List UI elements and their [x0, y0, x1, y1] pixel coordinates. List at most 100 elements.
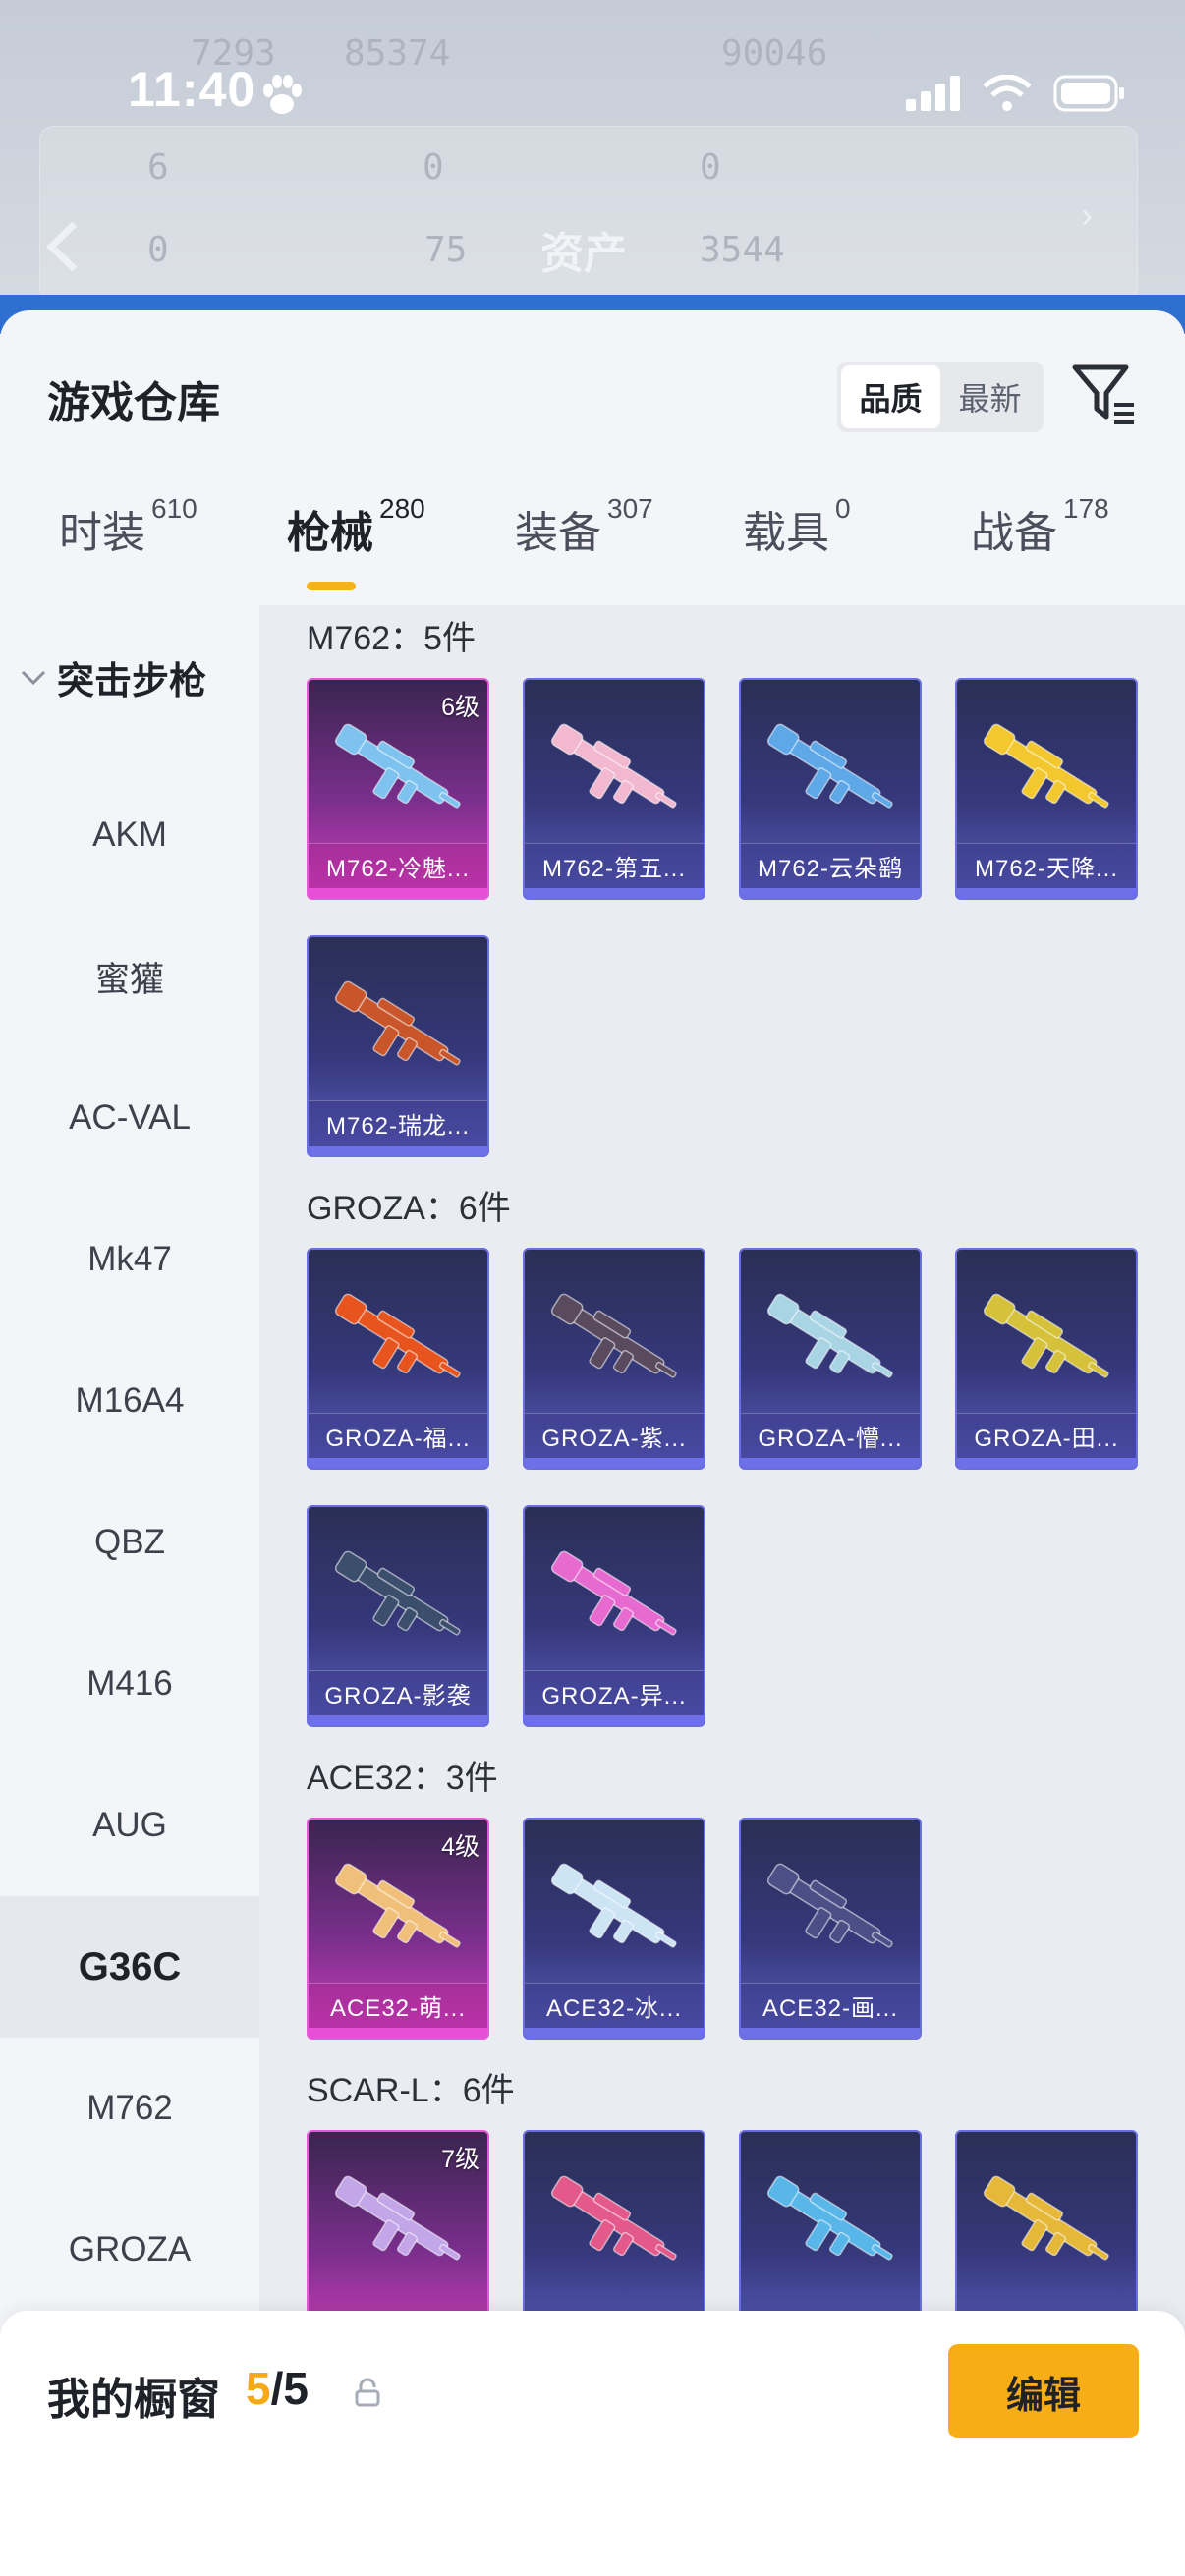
tab-label: 装备: [515, 509, 601, 557]
tab-label: 战备: [971, 509, 1057, 557]
group-title-ace32: ACE32：3件: [307, 1760, 498, 1797]
bg-stat: 0: [147, 230, 169, 270]
lock-icon: [355, 2378, 380, 2407]
sidebar-item-mk47[interactable]: Mk47: [0, 1189, 259, 1330]
card-quality-bar: [525, 1458, 704, 1468]
weapon-skin-image: [334, 723, 461, 809]
edit-button[interactable]: 编辑: [948, 2344, 1139, 2438]
sidebar-item-groza[interactable]: GROZA: [0, 2179, 259, 2321]
weapon-skin-image: [766, 1293, 893, 1378]
card-label: M762-第五...: [525, 843, 704, 888]
tab-fashion[interactable]: 时装 610: [59, 493, 198, 595]
sidebar-item-honey-badger[interactable]: 蜜獾: [0, 906, 259, 1047]
sidebar-item-akm[interactable]: AKM: [0, 764, 259, 906]
paw-icon: [263, 75, 302, 114]
sidebar-item-aug[interactable]: AUG: [0, 1755, 259, 1896]
card-quality-bar: [741, 888, 920, 898]
showcase-count-current: 5: [246, 2363, 271, 2414]
weapon-card[interactable]: GROZA-紫...: [523, 1248, 705, 1470]
weapon-skin-image: [334, 980, 461, 1066]
active-tab-indicator: [307, 582, 356, 590]
bg-stat: 90046: [721, 33, 828, 74]
weapon-card[interactable]: GROZA-异...: [523, 1505, 705, 1727]
card-level-badge: 7级: [441, 2146, 480, 2173]
card-quality-bar: [309, 1715, 487, 1725]
weapon-skin-image: [766, 1863, 893, 1948]
sort-newest[interactable]: 最新: [940, 365, 1040, 428]
weapon-card[interactable]: GROZA-影袭: [307, 1505, 489, 1727]
card-quality-bar: [309, 1458, 487, 1468]
bg-stat: 3544: [700, 230, 785, 270]
card-level-badge: 4级: [441, 1833, 480, 1861]
weapon-card[interactable]: M762-天降...: [955, 678, 1138, 900]
sort-quality[interactable]: 品质: [841, 365, 940, 428]
card-quality-bar: [525, 2028, 704, 2038]
card-label: M762-云朵鹞: [741, 843, 920, 888]
card-quality-bar: [309, 2028, 487, 2038]
weapon-skin-image: [550, 723, 677, 809]
weapon-skin-image: [766, 723, 893, 809]
tab-count: 0: [835, 493, 851, 524]
card-quality-bar: [525, 888, 704, 898]
weapon-card[interactable]: M762-云朵鹞: [739, 678, 922, 900]
chevron-right-icon: ›: [1081, 195, 1093, 235]
bg-stat: 0: [423, 147, 444, 188]
card-label: M762-瑞龙...: [309, 1100, 487, 1146]
weapon-skin-image: [550, 1293, 677, 1378]
weapon-card[interactable]: 4级 ACE32-萌...: [307, 1818, 489, 2040]
status-icons: [906, 71, 1126, 116]
weapon-card[interactable]: ACE32-冰...: [523, 1818, 705, 2040]
tab-vehicles[interactable]: 载具 0: [743, 493, 851, 595]
weapon-card[interactable]: ACE32-画...: [739, 1818, 922, 2040]
sidebar-item-m16a4[interactable]: M16A4: [0, 1330, 259, 1472]
tab-count: 307: [607, 493, 653, 524]
weapon-card[interactable]: M762-第五...: [523, 678, 705, 900]
card-level-badge: 6级: [441, 694, 480, 721]
card-label: GROZA-紫...: [525, 1413, 704, 1458]
tab-equipment[interactable]: 装备 307: [515, 493, 653, 595]
showcase-label: 我的橱窗: [47, 2376, 220, 2424]
weapon-skin-image: [983, 2175, 1109, 2261]
card-label: GROZA-异...: [525, 1670, 704, 1715]
wifi-icon: [983, 75, 1032, 111]
sidebar-item-qbz[interactable]: QBZ: [0, 1472, 259, 1613]
weapon-skin-image: [550, 2175, 677, 2261]
showcase-bar: 我的橱窗 5/5 编辑: [0, 2311, 1185, 2576]
sidebar-item-ac-val[interactable]: AC-VAL: [0, 1047, 259, 1189]
sidebar-item-m762[interactable]: M762: [0, 2038, 259, 2179]
sidebar-category[interactable]: 突击步枪: [20, 650, 206, 704]
tab-combat-gear[interactable]: 战备 178: [971, 493, 1109, 595]
weapon-card[interactable]: GROZA-福...: [307, 1248, 489, 1470]
sort-toggle: 品质 最新: [837, 362, 1044, 432]
signal-icon: [906, 76, 960, 111]
card-label: ACE32-萌...: [309, 1983, 487, 2028]
filter-icon[interactable]: [1071, 360, 1136, 428]
weapon-card[interactable]: 6级 M762-冷魅...: [307, 678, 489, 900]
tab-label: 时装: [59, 509, 145, 557]
weapon-skin-image: [766, 2175, 893, 2261]
background-page: 7293 85374 90046 6 0 0 0 75 3544 资产 ›: [0, 0, 1185, 324]
card-quality-bar: [309, 1146, 487, 1155]
sidebar-item-m416[interactable]: M416: [0, 1613, 259, 1755]
weapon-card[interactable]: GROZA-田...: [955, 1248, 1138, 1470]
weapon-skin-image: [334, 1863, 461, 1948]
tab-guns[interactable]: 枪械 280: [287, 493, 425, 595]
back-arrow-icon[interactable]: [43, 218, 83, 275]
group-title-scar-l: SCAR-L：6件: [307, 2072, 515, 2109]
group-title-m762: M762：5件: [307, 620, 476, 657]
card-quality-bar: [957, 1458, 1136, 1468]
tab-count: 178: [1063, 493, 1109, 524]
group-title-groza: GROZA：6件: [307, 1190, 511, 1227]
weapon-skin-image: [550, 1863, 677, 1948]
card-label: GROZA-田...: [957, 1413, 1136, 1458]
card-label: ACE32-画...: [741, 1983, 920, 2028]
weapon-sidebar: 突击步枪 AKM 蜜獾 AC-VAL Mk47 M16A4 QBZ M416 A…: [0, 605, 259, 2576]
showcase-count-total: 5: [283, 2363, 309, 2414]
tab-label: 载具: [743, 509, 829, 557]
weapon-card[interactable]: GROZA-懵...: [739, 1248, 922, 1470]
weapon-card[interactable]: M762-瑞龙...: [307, 935, 489, 1157]
warehouse-sheet: 游戏仓库 品质 最新 时装 610 枪械 280 装备 307 载具 0 战备 …: [0, 310, 1185, 2576]
tab-label: 枪械: [287, 509, 373, 557]
weapon-skin-image: [983, 1293, 1109, 1378]
sidebar-item-g36c[interactable]: G36C: [0, 1896, 259, 2038]
